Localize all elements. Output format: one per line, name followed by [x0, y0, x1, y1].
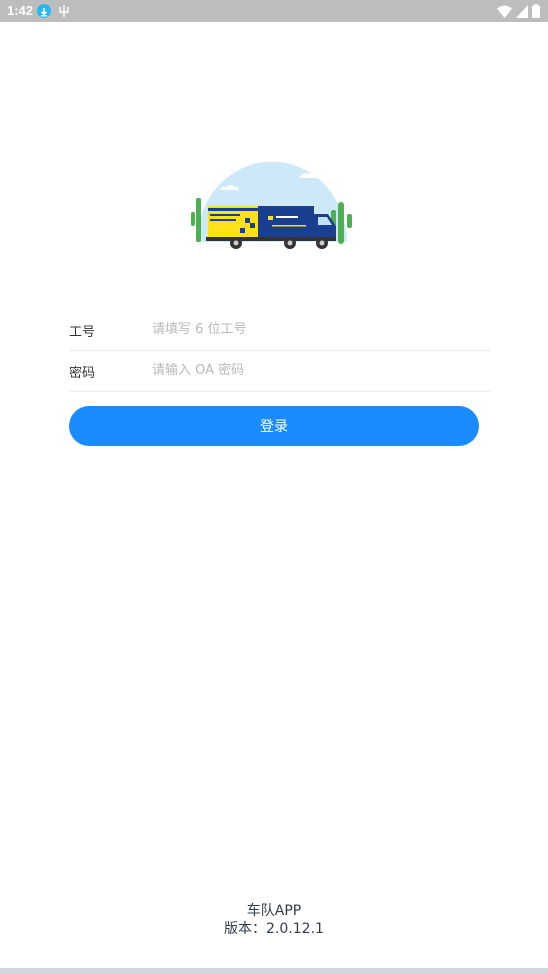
battery-icon [532, 4, 540, 18]
password-input[interactable] [152, 356, 482, 384]
download-icon [37, 4, 51, 18]
truck-illustration [190, 152, 360, 256]
employee-id-label: 工号 [69, 325, 96, 340]
status-bar: 1:42 [0, 0, 548, 22]
app-version: 版本：2.0.12.1 [224, 921, 324, 937]
password-label: 密码 [69, 366, 96, 381]
navigation-bar-edge [0, 968, 548, 974]
password-row: 密码 [69, 351, 491, 392]
wifi-icon [497, 5, 512, 18]
signal-icon [516, 4, 528, 18]
app-name: 车队APP [246, 903, 302, 919]
employee-id-row: 工号 [69, 310, 491, 351]
login-button[interactable]: 登录 [69, 406, 479, 446]
employee-id-input[interactable] [152, 315, 482, 343]
status-time: 1:42 [7, 3, 34, 18]
system-icons [497, 4, 540, 18]
usb-icon [57, 3, 71, 22]
